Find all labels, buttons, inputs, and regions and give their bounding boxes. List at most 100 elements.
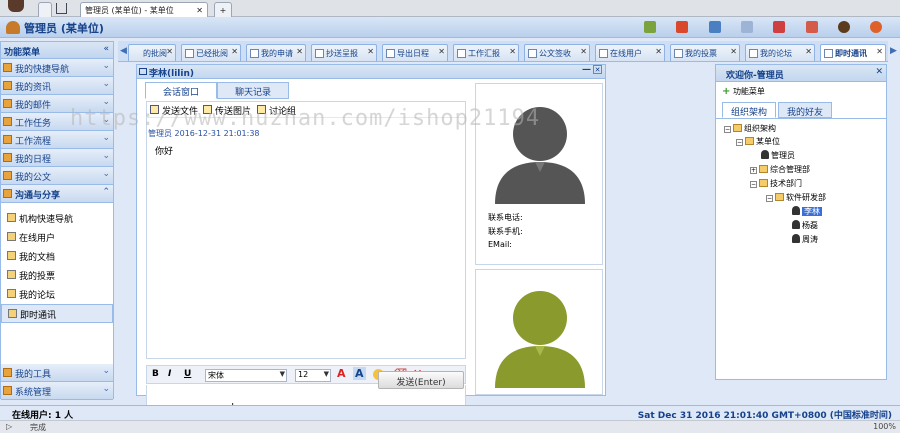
app-title: 管理员 (某单位) [24, 22, 104, 35]
sidebar-item-org-nav[interactable]: 机构快速导航 [1, 209, 113, 228]
tree-node-dept1[interactable]: + 综合管理部 [750, 164, 810, 175]
folder-icon [745, 137, 754, 145]
scroll-left-icon[interactable]: ◀ [120, 46, 127, 56]
font-color-icon[interactable]: A [337, 367, 346, 380]
tab-chat-history[interactable]: 聊天记录 [217, 82, 289, 99]
chevron-down-icon: ⌄ [102, 115, 110, 125]
tab-org-structure[interactable]: 组织架构 [722, 102, 776, 118]
browser-tab-active[interactable]: 管理员 (某单位) - 某单位 ✕ [80, 2, 208, 17]
chevron-down-icon: ⌄ [102, 97, 110, 107]
sidebar-section-schedule[interactable]: 我的日程 ⌄ [1, 149, 113, 167]
sidebar-section-mail[interactable]: 我的邮件 ⌄ [1, 95, 113, 113]
folder-icon [733, 124, 742, 132]
tab-export-schedule[interactable]: 导出日程 ✕ [382, 44, 448, 61]
highlight-icon[interactable]: A [353, 367, 366, 380]
tab-online-users[interactable]: 在线用户 ✕ [595, 44, 665, 61]
browser-tab-back[interactable] [38, 2, 52, 17]
sidebar-section-shortcuts[interactable]: 我的快捷导航 ⌄ [1, 59, 113, 77]
collapse-button[interactable]: « [103, 44, 109, 54]
tree-node-subdept[interactable]: − 软件研发部 [766, 192, 826, 203]
tree-node-unit[interactable]: − 某单位 [736, 136, 780, 147]
close-icon: ✕ [580, 47, 587, 56]
chevron-down-icon: ▼ [323, 370, 329, 378]
font-select[interactable]: 宋体 ▼ [205, 369, 287, 382]
share-icon [3, 189, 12, 198]
tab-cc-reports[interactable]: 抄送呈报 ✕ [311, 44, 377, 61]
sidebar-section-news[interactable]: 我的资讯 ⌄ [1, 77, 113, 95]
sidebar-item-votes[interactable]: 我的投票 [1, 266, 113, 285]
italic-button[interactable]: I [168, 369, 171, 379]
tab-work-reports[interactable]: 工作汇报 ✕ [453, 44, 519, 61]
tab-pending-approval[interactable]: 的批阅 ✕ [128, 44, 176, 61]
tab-my-requests[interactable]: 我的申请 ✕ [246, 44, 306, 61]
avatar [8, 0, 24, 12]
self-avatar [495, 291, 585, 388]
new-tab-button[interactable]: + [214, 2, 232, 17]
message-toolbar: 发送文件 传送图片 讨论组 [147, 102, 465, 118]
tool-icon [3, 368, 12, 377]
grid-icon[interactable] [773, 21, 785, 33]
task-icon [3, 117, 12, 126]
sidebar-item-online-users[interactable]: 在线用户 [1, 228, 113, 247]
scroll-right-icon[interactable]: ▶ [890, 46, 897, 56]
sidebar-section-admin[interactable]: 系统管理 ⌄ [1, 382, 113, 400]
tab-my-forum[interactable]: 我的论坛 ✕ [745, 44, 815, 61]
close-icon[interactable]: ✕ [593, 65, 602, 74]
tree-node-dept2[interactable]: − 技术部门 [750, 178, 802, 189]
sidebar-section-tasks[interactable]: 工作任务 ⌄ [1, 113, 113, 131]
home-icon[interactable] [56, 3, 67, 14]
contact-email-label: EMail: [488, 240, 512, 249]
contact-mobile-label: 联系手机: [488, 227, 523, 236]
function-menu-button[interactable]: + 功能菜单 [722, 86, 765, 97]
chevron-down-icon: ⌄ [102, 384, 110, 394]
discussion-group-button[interactable]: 讨论组 [257, 104, 296, 117]
browser-tab-bar: 管理员 (某单位) - 某单位 ✕ + [0, 0, 900, 17]
sidebar-item-im[interactable]: 即时通讯 [1, 304, 113, 323]
close-icon[interactable]: ✕ [192, 6, 203, 15]
tree-node-user-lilin[interactable]: 李林 [792, 206, 822, 217]
sidebar-section-communication[interactable]: 沟通与分享 ⌃ [1, 185, 113, 203]
sidebar-item-my-docs[interactable]: 我的文档 [1, 247, 113, 266]
close-icon: ✕ [231, 47, 238, 56]
tab-approved[interactable]: 已经批阅 ✕ [181, 44, 241, 61]
forum-icon [7, 289, 16, 298]
app-header: 管理员 (某单位) [0, 17, 900, 38]
sidebar-section-workflow[interactable]: 工作流程 ⌄ [1, 131, 113, 149]
close-icon: ✕ [438, 47, 445, 56]
tab-doc-receipt[interactable]: 公文签收 ✕ [524, 44, 590, 61]
power-icon[interactable] [870, 21, 882, 33]
sidebar-section-tools[interactable]: 我的工具 ⌄ [1, 364, 113, 382]
sidebar-item-forum[interactable]: 我的论坛 [1, 285, 113, 304]
zoom-level[interactable]: 100% [873, 422, 896, 431]
doc-icon [185, 49, 194, 58]
bold-button[interactable]: B [152, 369, 159, 379]
underline-button[interactable]: U [184, 369, 191, 379]
edit-icon[interactable] [644, 21, 656, 33]
size-select[interactable]: 12 ▼ [295, 369, 331, 382]
sidebar-section-documents[interactable]: 我的公文 ⌄ [1, 167, 113, 185]
tab-my-friends[interactable]: 我的好友 [778, 102, 832, 118]
send-file-button[interactable]: 发送文件 [150, 104, 198, 117]
folder-icon [3, 63, 12, 72]
tree-node-root[interactable]: − 组织架构 [724, 123, 776, 134]
send-image-button[interactable]: 传送图片 [203, 104, 251, 117]
home-icon[interactable] [676, 21, 688, 33]
image-icon [203, 105, 212, 114]
contacts-panel-title: 欢迎你-管理员 ✕ [716, 65, 886, 82]
mail-icon [3, 99, 12, 108]
close-icon[interactable]: ✕ [875, 67, 883, 77]
tree-node-user-yanglei[interactable]: 杨磊 [792, 220, 818, 231]
file-icon [150, 105, 159, 114]
tab-chat-window[interactable]: 会话窗口 [145, 82, 217, 99]
minimize-icon[interactable]: — [582, 65, 591, 75]
tree-node-user-zhoutao[interactable]: 周涛 [792, 234, 818, 245]
monitor-icon[interactable] [709, 21, 721, 33]
mail-icon[interactable] [741, 21, 753, 33]
calendar-icon[interactable] [806, 21, 818, 33]
person-icon [761, 150, 769, 159]
send-button[interactable]: 发送(Enter) [378, 371, 464, 389]
person-icon[interactable] [838, 21, 850, 33]
tab-instant-messaging[interactable]: 即时通讯 ✕ [820, 44, 886, 61]
tab-my-votes[interactable]: 我的投票 ✕ [670, 44, 740, 61]
tree-node-admin[interactable]: 管理员 [761, 150, 795, 161]
